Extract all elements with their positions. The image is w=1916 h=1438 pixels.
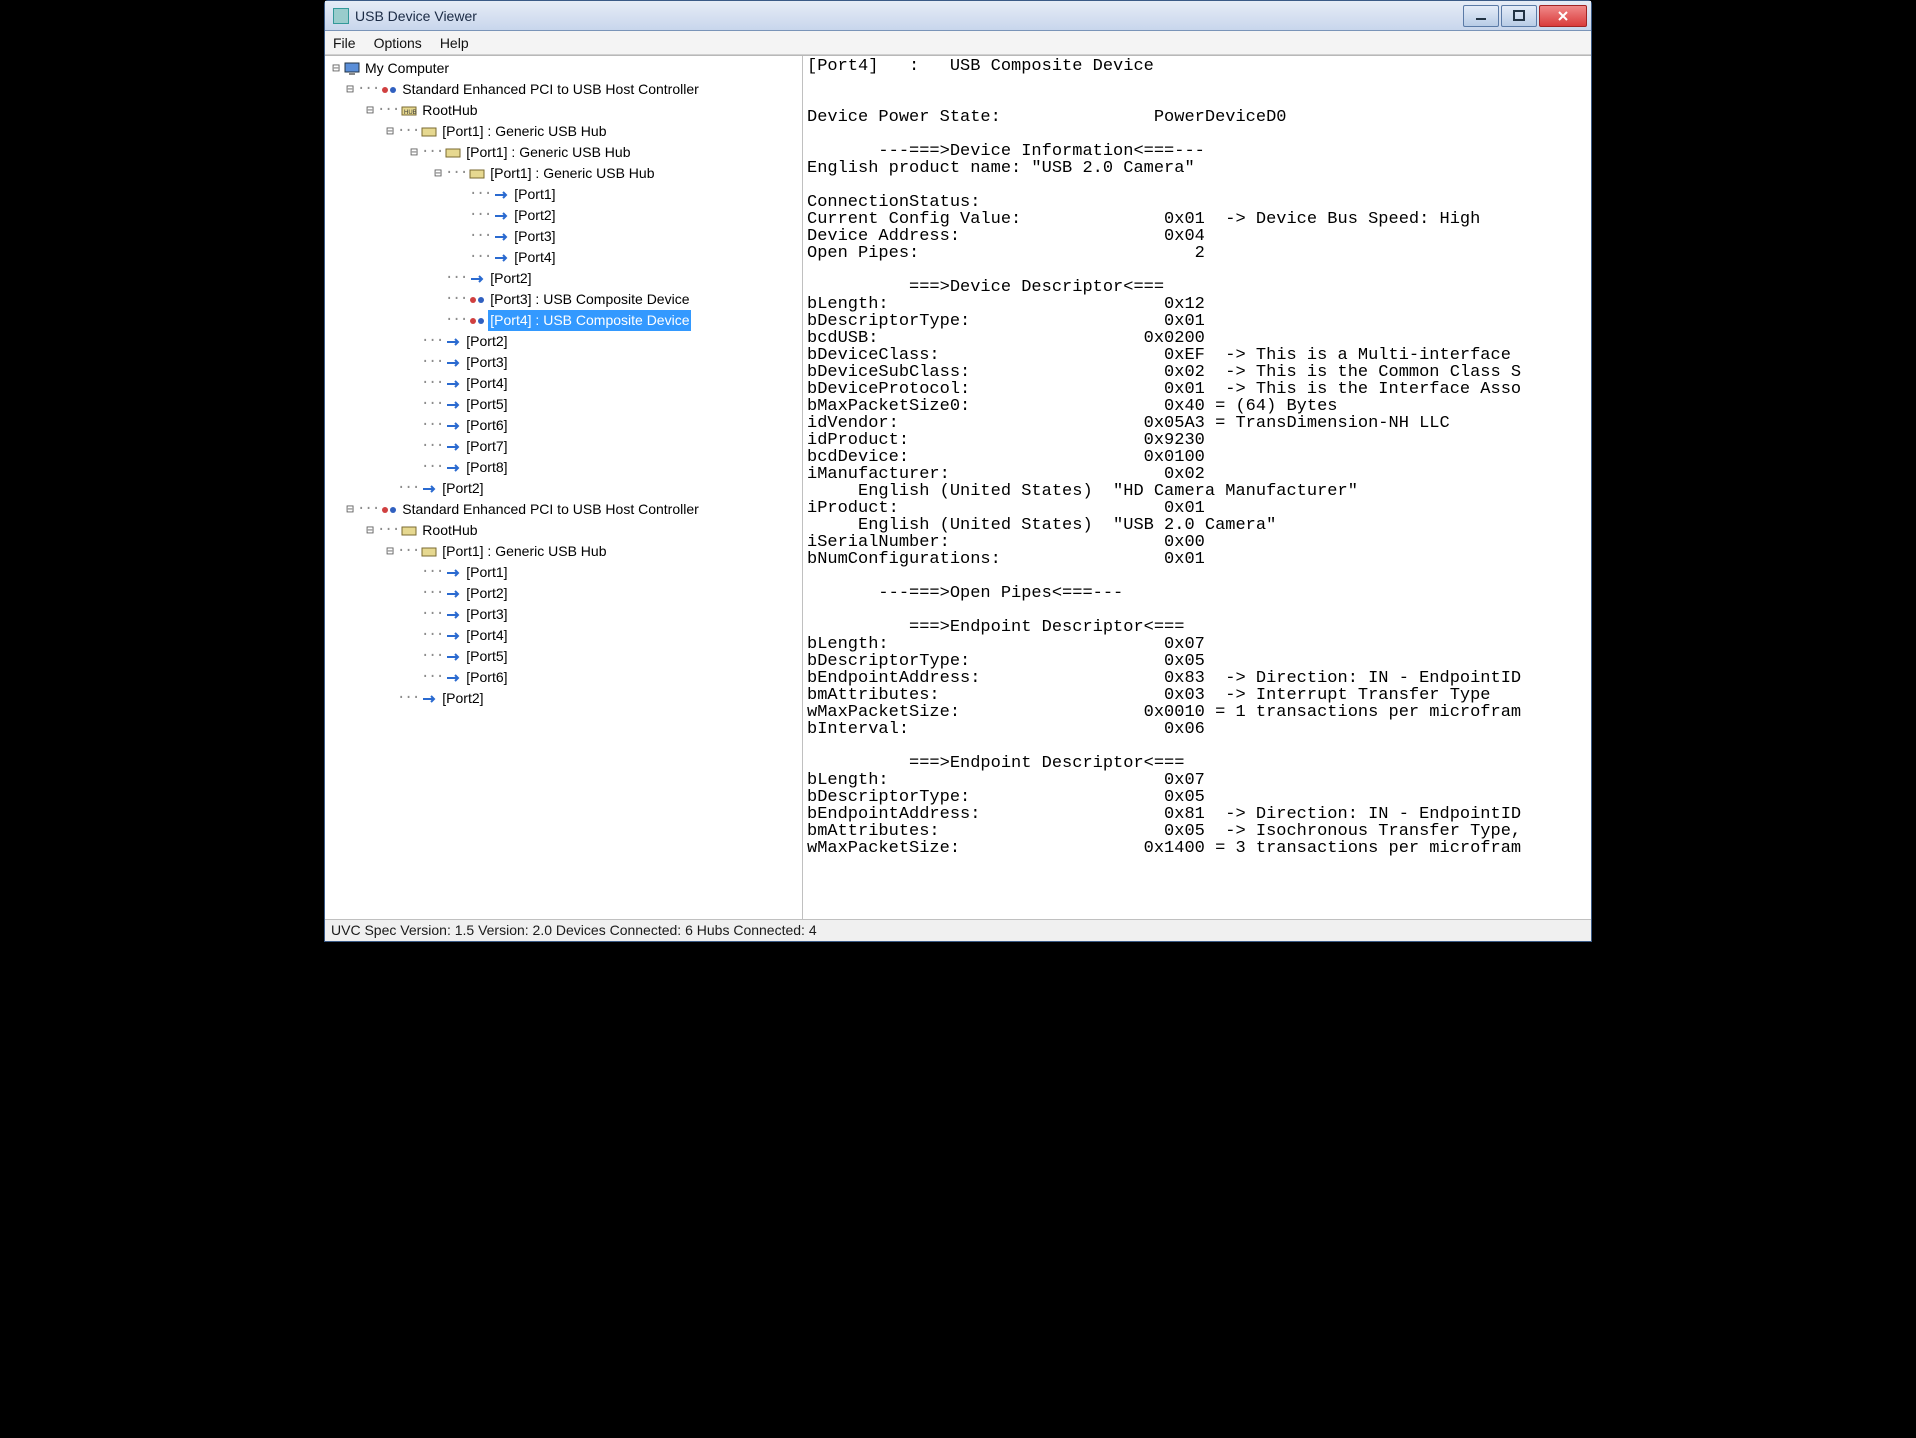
app-window: USB Device Viewer File Options Help ⊟ My… — [324, 0, 1592, 942]
tree-item[interactable]: ···[Port3] — [329, 226, 802, 247]
menu-options[interactable]: Options — [374, 35, 422, 51]
usb-port-icon — [444, 608, 462, 622]
usb-port-icon — [444, 398, 462, 412]
host-controller-icon — [380, 503, 398, 517]
tree-item[interactable]: ···[Port2] — [329, 583, 802, 604]
usb-port-icon — [444, 356, 462, 370]
usb-port-icon — [420, 482, 438, 496]
close-button[interactable] — [1539, 5, 1587, 27]
client-area: ⊟ My Computer ⊟··· Standard Enhanced PCI… — [325, 55, 1591, 919]
minimize-button[interactable] — [1463, 5, 1499, 27]
usb-port-icon — [444, 566, 462, 580]
collapse-icon[interactable]: ⊟ — [383, 541, 397, 562]
menu-help[interactable]: Help — [440, 35, 469, 51]
usb-port-icon — [444, 671, 462, 685]
tree-item[interactable]: ···[Port2] — [329, 268, 802, 289]
hub-icon — [420, 125, 438, 139]
usb-port-icon — [444, 461, 462, 475]
usb-device-icon — [468, 314, 486, 328]
maximize-button[interactable] — [1501, 5, 1537, 27]
titlebar[interactable]: USB Device Viewer — [325, 1, 1591, 31]
tree-item[interactable]: ···[Port5] — [329, 646, 802, 667]
tree-item[interactable]: ···[Port7] — [329, 436, 802, 457]
hub-icon — [468, 167, 486, 181]
tree-item[interactable]: ···[Port2] — [329, 478, 802, 499]
tree-item[interactable]: ⊟··· HUB RootHub — [329, 100, 802, 121]
svg-text:HUB: HUB — [404, 110, 417, 116]
detail-text[interactable]: [Port4] : USB Composite Device Device Po… — [803, 56, 1591, 919]
usb-port-icon — [492, 209, 510, 223]
tree-item[interactable]: ···[Port3] — [329, 604, 802, 625]
tree-item[interactable]: ⊟··· Standard Enhanced PCI to USB Host C… — [329, 499, 802, 520]
usb-port-icon — [444, 335, 462, 349]
tree-item[interactable]: ···[Port8] — [329, 457, 802, 478]
tree-item[interactable]: ⊟··· RootHub — [329, 520, 802, 541]
device-tree[interactable]: ⊟ My Computer ⊟··· Standard Enhanced PCI… — [325, 56, 803, 919]
tree-item[interactable]: ⊟··· [Port1] : Generic USB Hub — [329, 163, 802, 184]
usb-port-icon — [492, 251, 510, 265]
usb-port-icon — [420, 692, 438, 706]
usb-port-icon — [444, 587, 462, 601]
hub-icon — [400, 524, 418, 538]
collapse-icon[interactable]: ⊟ — [343, 499, 357, 520]
collapse-icon[interactable]: ⊟ — [329, 58, 343, 79]
menubar: File Options Help — [325, 31, 1591, 55]
tree-item[interactable]: ⊟··· [Port1] : Generic USB Hub — [329, 142, 802, 163]
menu-file[interactable]: File — [333, 35, 356, 51]
host-controller-icon — [380, 83, 398, 97]
tree-root[interactable]: ⊟ My Computer — [329, 58, 802, 79]
tree-item[interactable]: ···[Port1] — [329, 184, 802, 205]
tree-item[interactable]: ···[Port2] — [329, 688, 802, 709]
hub-icon — [444, 146, 462, 160]
tree-item[interactable]: ···[Port5] — [329, 394, 802, 415]
tree-item[interactable]: ⊟··· [Port1] : Generic USB Hub — [329, 121, 802, 142]
hub-icon: HUB — [400, 104, 418, 118]
tree-item[interactable]: ···[Port1] — [329, 562, 802, 583]
status-text: UVC Spec Version: 1.5 Version: 2.0 Devic… — [331, 922, 817, 938]
tree-item[interactable]: ⊟··· [Port1] : Generic USB Hub — [329, 541, 802, 562]
tree-item[interactable]: ···[Port2] — [329, 205, 802, 226]
collapse-icon[interactable]: ⊟ — [383, 121, 397, 142]
usb-port-icon — [444, 629, 462, 643]
collapse-icon[interactable]: ⊟ — [431, 163, 445, 184]
collapse-icon[interactable]: ⊟ — [343, 79, 357, 100]
tree-item[interactable]: ···[Port4] — [329, 373, 802, 394]
tree-item[interactable]: ···[Port3] — [329, 352, 802, 373]
tree-item[interactable]: ···[Port2] — [329, 331, 802, 352]
computer-icon — [343, 62, 361, 76]
tree-item[interactable]: ···[Port6] — [329, 667, 802, 688]
tree-item[interactable]: ···[Port4] — [329, 247, 802, 268]
app-icon — [333, 8, 349, 24]
hub-icon — [420, 545, 438, 559]
window-title: USB Device Viewer — [355, 8, 1463, 24]
tree-item[interactable]: ···[Port4] — [329, 625, 802, 646]
tree-item-selected[interactable]: ···[Port4] : USB Composite Device — [329, 310, 802, 331]
usb-port-icon — [444, 440, 462, 454]
collapse-icon[interactable]: ⊟ — [407, 142, 421, 163]
usb-port-icon — [444, 650, 462, 664]
tree-item[interactable]: ···[Port6] — [329, 415, 802, 436]
collapse-icon[interactable]: ⊟ — [363, 520, 377, 541]
tree-item[interactable]: ⊟··· Standard Enhanced PCI to USB Host C… — [329, 79, 802, 100]
usb-device-icon — [468, 293, 486, 307]
usb-port-icon — [492, 230, 510, 244]
usb-port-icon — [444, 377, 462, 391]
usb-port-icon — [444, 419, 462, 433]
usb-port-icon — [468, 272, 486, 286]
usb-port-icon — [492, 188, 510, 202]
tree-item[interactable]: ···[Port3] : USB Composite Device — [329, 289, 802, 310]
detail-panel: [Port4] : USB Composite Device Device Po… — [803, 56, 1591, 919]
collapse-icon[interactable]: ⊟ — [363, 100, 377, 121]
statusbar: UVC Spec Version: 1.5 Version: 2.0 Devic… — [325, 919, 1591, 941]
